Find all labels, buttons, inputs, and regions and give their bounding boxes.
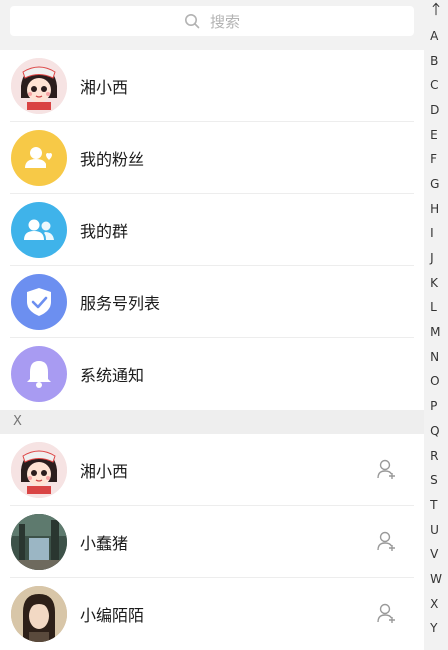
entry-label: 我的群	[80, 222, 129, 241]
alphabet-index-bar[interactable]: ABCDEFGHIJKLMNOPQRSTUVWXY	[424, 0, 448, 641]
index-letters: ABCDEFGHIJKLMNOPQRSTUVWXY	[430, 24, 442, 641]
contact-row[interactable]: 小编陌陌	[0, 578, 424, 650]
entry-label: 服务号列表	[80, 294, 161, 313]
entry-label: 系统通知	[80, 366, 145, 385]
search-bar: 搜索	[0, 0, 424, 44]
entry-label: 我的粉丝	[80, 150, 145, 169]
photo-avatar	[11, 514, 67, 570]
index-letter[interactable]: Y	[430, 616, 442, 641]
girl-avatar	[11, 442, 67, 498]
index-letter[interactable]: R	[430, 444, 442, 469]
entry-system-notice[interactable]: 系统通知	[0, 338, 424, 410]
entry-service-accounts[interactable]: 服务号列表	[0, 266, 424, 338]
index-letter[interactable]: S	[430, 468, 442, 493]
entry-my-fans[interactable]: 我的粉丝	[0, 122, 424, 194]
index-letter[interactable]: E	[430, 123, 442, 148]
index-letter[interactable]: U	[430, 518, 442, 543]
contact-row[interactable]: 小蠢猪	[0, 506, 424, 578]
index-letter[interactable]: L	[430, 295, 442, 320]
index-letter[interactable]: W	[430, 567, 442, 592]
search-placeholder: 搜索	[209, 12, 240, 31]
entry-label: 湘小西	[80, 78, 129, 97]
index-letter[interactable]: B	[430, 49, 442, 74]
add-friend-icon[interactable]	[376, 602, 398, 624]
index-letter[interactable]: G	[430, 172, 442, 197]
search-input[interactable]: 搜索	[10, 6, 414, 36]
contact-list: 湘小西 我的粉丝 我的群 服务号列表 系统通知 X 湘小西 小蠢猪 小编陌陌	[0, 50, 424, 650]
contact-name: 湘小西	[80, 462, 129, 481]
index-letter[interactable]: J	[430, 246, 442, 271]
index-letter[interactable]: X	[430, 592, 442, 617]
index-letter[interactable]: K	[430, 271, 442, 296]
add-friend-icon[interactable]	[376, 530, 398, 552]
index-letter[interactable]: C	[430, 73, 442, 98]
index-letter[interactable]: M	[430, 320, 442, 345]
index-letter[interactable]: H	[430, 197, 442, 222]
section-header: X	[0, 410, 424, 434]
index-letter[interactable]: O	[430, 369, 442, 394]
index-letter[interactable]: Q	[430, 419, 442, 444]
portrait-avatar	[11, 586, 67, 642]
bell-icon	[11, 346, 67, 402]
index-letter[interactable]: F	[430, 147, 442, 172]
index-letter[interactable]: P	[430, 394, 442, 419]
index-letter[interactable]: D	[430, 98, 442, 123]
group-icon	[11, 202, 67, 258]
contact-row[interactable]: 湘小西	[0, 434, 424, 506]
entry-my-groups[interactable]: 我的群	[0, 194, 424, 266]
index-letter[interactable]: N	[430, 345, 442, 370]
fans-icon	[11, 130, 67, 186]
index-letter[interactable]: V	[430, 542, 442, 567]
index-letter[interactable]: I	[430, 221, 442, 246]
add-friend-icon[interactable]	[376, 458, 398, 480]
entry-xiangxiaoxi[interactable]: 湘小西	[0, 50, 424, 122]
contact-name: 小蠢猪	[80, 534, 129, 553]
arrow-up-icon[interactable]	[430, 2, 442, 16]
contact-name: 小编陌陌	[80, 606, 145, 625]
girl-avatar	[11, 58, 67, 114]
shield-check-icon	[11, 274, 67, 330]
index-letter[interactable]: T	[430, 493, 442, 518]
index-letter[interactable]: A	[430, 24, 442, 49]
search-icon	[184, 14, 200, 29]
